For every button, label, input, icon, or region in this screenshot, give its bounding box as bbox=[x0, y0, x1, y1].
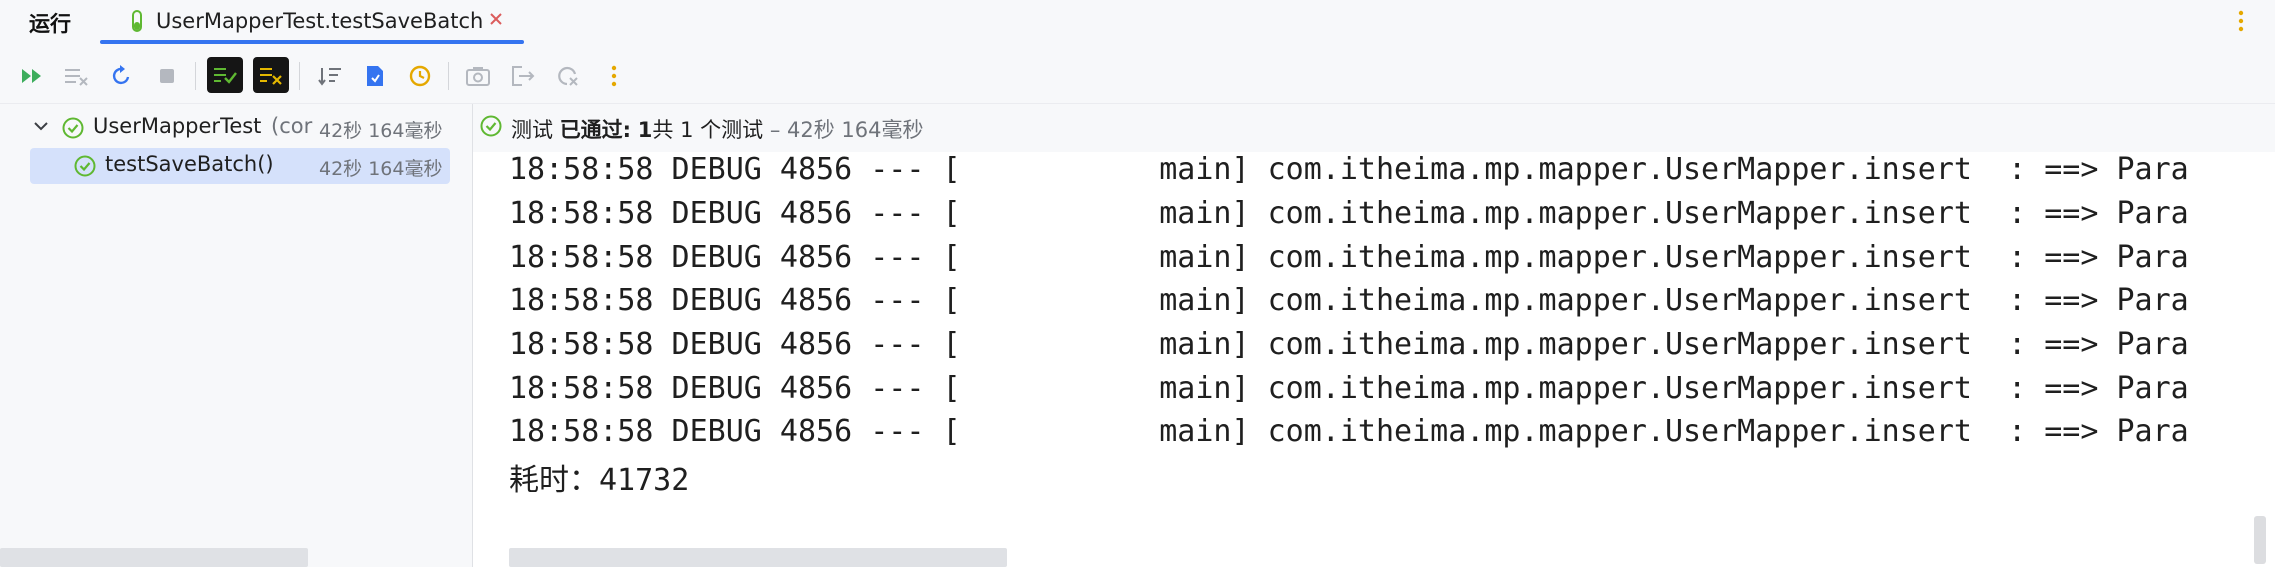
console-line: 18:58:58 DEBUG 4856 --- [ main] com.ithe… bbox=[509, 327, 2189, 362]
show-passed-icon[interactable] bbox=[207, 57, 243, 93]
stop-icon[interactable] bbox=[147, 56, 187, 96]
console-line: 18:58:58 DEBUG 4856 --- [ main] com.ithe… bbox=[509, 283, 2189, 318]
console-line: 18:58:58 DEBUG 4856 --- [ main] com.ithe… bbox=[509, 371, 2189, 406]
show-ignored-icon[interactable] bbox=[253, 57, 289, 93]
coverage-icon[interactable] bbox=[548, 56, 588, 96]
active-tab-indicator bbox=[100, 40, 524, 44]
run-tool-window-header: 运行 UserMapperTest.testSaveBatch bbox=[0, 0, 2275, 44]
tree-horizontal-scrollbar[interactable] bbox=[0, 548, 308, 567]
tree-item-duration: 42秒 164毫秒 bbox=[319, 158, 443, 180]
console-line: 18:58:58 DEBUG 4856 --- [ main] com.ithe… bbox=[509, 240, 2189, 275]
passed-check-icon bbox=[61, 116, 85, 144]
tree-item-label: UserMapperTest bbox=[93, 114, 262, 138]
export-icon[interactable] bbox=[503, 56, 543, 96]
screenshot-icon[interactable] bbox=[458, 56, 498, 96]
import-tests-icon[interactable] bbox=[355, 56, 395, 96]
passed-check-icon bbox=[479, 114, 503, 142]
chevron-down-icon[interactable] bbox=[33, 118, 49, 138]
tree-item-usermappertest[interactable]: UserMapperTest (cor 42秒 164毫秒 bbox=[0, 110, 460, 146]
more-vertical-icon[interactable] bbox=[594, 56, 634, 96]
tree-item-testsavebatch[interactable]: testSaveBatch() 42秒 164毫秒 bbox=[30, 148, 450, 184]
tree-item-duration: 42秒 164毫秒 bbox=[319, 120, 443, 142]
tab-usermappertest[interactable]: UserMapperTest.testSaveBatch bbox=[100, 0, 524, 44]
passed-check-icon bbox=[73, 154, 97, 182]
console-line: 18:58:58 DEBUG 4856 --- [ main] com.ithe… bbox=[509, 152, 2189, 187]
console-vertical-scrollbar[interactable] bbox=[2254, 516, 2266, 564]
test-tree-panel: UserMapperTest (cor 42秒 164毫秒 testSaveBa… bbox=[0, 104, 472, 567]
console-output[interactable]: 18:58:58 DEBUG 4856 --- [ main] com.ithe… bbox=[473, 152, 2275, 567]
run-window-title: 运行 bbox=[29, 12, 71, 36]
restart-icon[interactable] bbox=[102, 56, 142, 96]
console-line: 18:58:58 DEBUG 4856 --- [ main] com.ithe… bbox=[509, 414, 2189, 449]
close-icon[interactable] bbox=[486, 9, 506, 29]
history-icon[interactable] bbox=[400, 56, 440, 96]
rerun-tests-icon[interactable] bbox=[12, 56, 52, 96]
test-tube-icon bbox=[128, 9, 146, 39]
rerun-failed-icon[interactable] bbox=[56, 56, 96, 96]
console-line: 18:58:58 DEBUG 4856 --- [ main] com.ithe… bbox=[509, 196, 2189, 231]
tree-item-label: testSaveBatch() bbox=[105, 152, 274, 176]
sort-icon[interactable] bbox=[310, 56, 350, 96]
run-toolbar bbox=[0, 56, 2275, 96]
more-options-icon[interactable] bbox=[2237, 8, 2245, 38]
console-elapsed-line: 耗时：41732 bbox=[509, 463, 690, 498]
tree-item-suffix: (cor bbox=[271, 114, 313, 138]
test-status-text: 测试 已通过: 1共 1 个测试 – 42秒 164毫秒 bbox=[511, 118, 924, 142]
tab-title: UserMapperTest.testSaveBatch bbox=[156, 9, 484, 33]
console-horizontal-scrollbar[interactable] bbox=[509, 548, 1007, 567]
test-status-bar: 测试 已通过: 1共 1 个测试 – 42秒 164毫秒 bbox=[473, 104, 2275, 152]
